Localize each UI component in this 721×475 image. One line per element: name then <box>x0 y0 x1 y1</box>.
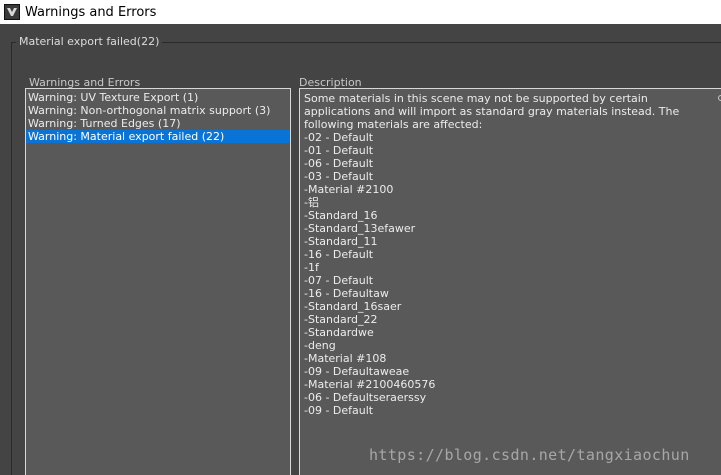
material-line: -03 - Default <box>304 170 374 183</box>
material-line: -Material #108 <box>304 352 387 365</box>
list-item-turned-edges[interactable]: Warning: Turned Edges (17) <box>26 117 290 130</box>
description-intro: Some materials in this scene may not be … <box>304 92 680 131</box>
material-line: -Material #2100 <box>304 183 394 196</box>
material-line: -16 - Default <box>304 248 374 261</box>
material-line: -01 - Default <box>304 144 374 157</box>
material-line: -09 - Default <box>304 404 374 417</box>
material-line: -16 - Defaultaw <box>304 287 389 300</box>
list-item-uv-texture-export[interactable]: Warning: UV Texture Export (1) <box>26 91 290 104</box>
group-box-title: Material export failed(22) <box>16 35 163 49</box>
material-line: -06 - Default <box>304 157 374 170</box>
window-title: Warnings and Errors <box>25 4 157 20</box>
material-line: -deng <box>304 339 336 352</box>
material-line: -09 - Defaultaweae <box>304 365 410 378</box>
material-line: -02 - Default <box>304 131 374 144</box>
watermark: https://blog.csdn.net/tangxiaochun <box>369 446 690 464</box>
material-line: -1f <box>304 261 319 274</box>
material-line: -07 - Default <box>304 274 374 287</box>
material-line: -Standard_11 <box>304 235 378 248</box>
material-line: -06 - Defaultseraerssy <box>304 391 427 404</box>
material-line: -Standard_22 <box>304 313 378 326</box>
warnings-list[interactable]: Warning: UV Texture Export (1) Warning: … <box>25 88 291 475</box>
material-line: -Standardwe <box>304 326 374 339</box>
material-line: -Standard_13efawer <box>304 222 416 235</box>
description-textbox[interactable]: Some materials in this scene may not be … <box>299 88 721 475</box>
3dsmax-app-icon <box>4 4 20 20</box>
list-item-non-orthogonal-matrix[interactable]: Warning: Non-orthogonal matrix support (… <box>26 104 290 117</box>
material-line: -Standard_16 <box>304 209 378 222</box>
list-item-material-export-failed[interactable]: Warning: Material export failed (22) <box>26 130 290 143</box>
material-list: -02 - Default -01 - Default -06 - Defaul… <box>304 131 721 417</box>
title-bar[interactable]: Warnings and Errors <box>0 0 721 24</box>
material-line: -Material #2100460576 <box>304 378 436 391</box>
material-line: -Standard_16saer <box>304 300 402 313</box>
warnings-dialog: Warnings and Errors Material export fail… <box>0 0 721 475</box>
material-line: -铝 <box>304 196 319 209</box>
